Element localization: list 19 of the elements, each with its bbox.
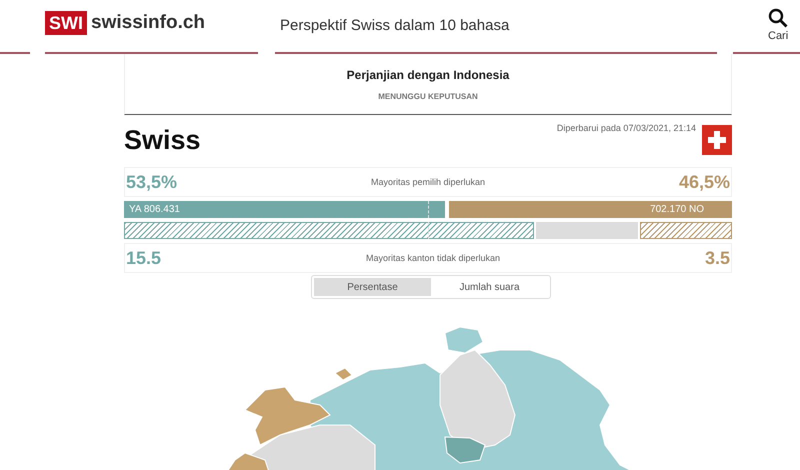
flag-icon xyxy=(702,125,732,155)
cantons-label: Mayoritas kanton tidak diperlukan xyxy=(366,253,500,263)
majority-label: Mayoritas pemilih diperlukan xyxy=(370,177,486,187)
search-button[interactable]: Cari xyxy=(768,8,788,42)
vote-status: MENUNGGU KEPUTUSAN xyxy=(378,92,478,100)
logo-badge[interactable]: SWI xyxy=(45,11,87,35)
region-name: Swiss xyxy=(124,125,201,156)
no-votes-label: 702.170 NO xyxy=(650,203,704,217)
yes-cantons: 15.5 xyxy=(126,248,162,268)
no-percent: 46,5% xyxy=(678,172,730,192)
vote-title: Perjanjian dengan Indonesia xyxy=(346,68,510,82)
updated-time: Diperbarui pada 07/03/2021, 21:14 xyxy=(556,123,696,135)
no-cantons: 3.5 xyxy=(704,248,730,268)
yes-percent: 53,5% xyxy=(126,172,178,192)
yes-votes-fill: YA 806.431 xyxy=(124,201,450,218)
logo-text[interactable]: swissinfo.ch xyxy=(91,12,206,34)
search-icon xyxy=(768,8,788,28)
toggle-tab[interactable]: Persentase xyxy=(314,278,431,296)
tagline: Perspektif Swiss dalam 10 bahasa xyxy=(280,17,510,34)
